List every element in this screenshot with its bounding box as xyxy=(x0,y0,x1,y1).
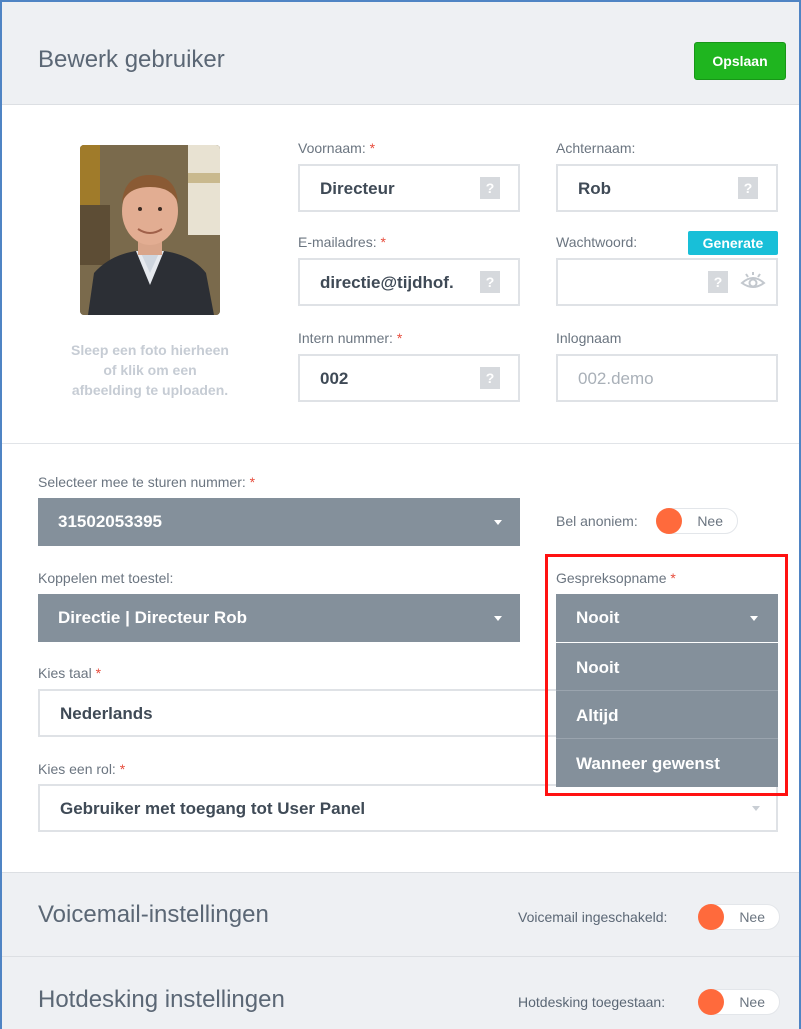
show-password-eye-icon[interactable] xyxy=(740,269,766,295)
caller-id-label: Selecteer mee te sturen nummer: * xyxy=(38,474,256,490)
firstname-field[interactable]: Directeur ? xyxy=(298,164,520,212)
photo-upload-hint: Sleep een foto hierheen of klik om een a… xyxy=(71,342,229,398)
chevron-down-icon xyxy=(494,616,502,621)
anonymous-label: Bel anoniem: xyxy=(556,513,638,529)
hotdesking-section: Hotdesking instellingen Hotdesking toege… xyxy=(2,956,799,1029)
device-select[interactable]: Directie | Directeur Rob xyxy=(38,594,520,642)
extension-field[interactable]: 002 ? xyxy=(298,354,520,402)
login-label: Inlognaam xyxy=(556,330,622,346)
login-field[interactable]: 002.demo xyxy=(556,354,778,402)
voicemail-section: Voicemail-instellingen Voicemail ingesch… xyxy=(2,872,799,956)
email-value: directie@tijdhof. xyxy=(320,273,454,292)
firstname-label: Voornaam: * xyxy=(298,140,376,156)
caller-id-value: 31502053395 xyxy=(58,512,163,531)
anonymous-toggle[interactable]: Nee xyxy=(656,508,738,534)
lastname-value: Rob xyxy=(578,179,612,198)
lastname-label: Achternaam: xyxy=(556,140,636,156)
device-value: Directie | Directeur Rob xyxy=(58,608,247,627)
hotdesking-title: Hotdesking instellingen xyxy=(38,986,285,1013)
section-divider xyxy=(2,443,799,444)
hotdesking-state: Nee xyxy=(739,994,765,1010)
login-placeholder: 002.demo xyxy=(578,369,654,388)
role-value: Gebruiker met toegang tot User Panel xyxy=(60,799,366,818)
password-label: Wachtwoord: xyxy=(556,234,638,250)
hotdesking-toggle[interactable]: Nee xyxy=(698,989,780,1015)
save-button[interactable]: Opslaan xyxy=(694,42,786,80)
extension-value: 002 xyxy=(320,369,349,388)
help-icon[interactable]: ? xyxy=(708,271,728,293)
chevron-down-icon xyxy=(494,520,502,525)
language-label: Kies taal * xyxy=(38,665,102,681)
toggle-knob xyxy=(698,989,724,1015)
help-icon[interactable]: ? xyxy=(480,367,500,389)
role-label: Kies een rol: * xyxy=(38,761,126,777)
toggle-knob xyxy=(698,904,724,930)
password-field[interactable]: ? xyxy=(556,258,778,306)
language-value: Nederlands xyxy=(60,704,153,723)
extension-label: Intern nummer: * xyxy=(298,330,403,346)
caller-id-select[interactable]: 31502053395 xyxy=(38,498,520,546)
required-marker: * xyxy=(369,140,376,156)
voicemail-state: Nee xyxy=(739,909,765,925)
highlight-box xyxy=(545,554,788,796)
page-title: Bewerk gebruiker xyxy=(38,46,225,73)
anonymous-state: Nee xyxy=(697,513,723,529)
required-marker: * xyxy=(380,234,386,250)
voicemail-label: Voicemail ingeschakeld: xyxy=(518,909,668,925)
page-header: Bewerk gebruiker Opslaan xyxy=(2,2,799,105)
help-icon[interactable]: ? xyxy=(480,177,500,199)
required-marker: * xyxy=(95,665,102,681)
user-avatar-photo[interactable] xyxy=(80,145,220,315)
voicemail-title: Voicemail-instellingen xyxy=(38,901,269,928)
chevron-down-icon xyxy=(752,806,760,811)
help-icon[interactable]: ? xyxy=(480,271,500,293)
hotdesking-label: Hotdesking toegestaan: xyxy=(518,994,666,1010)
email-field[interactable]: directie@tijdhof. ? xyxy=(298,258,520,306)
device-label: Koppelen met toestel: xyxy=(38,570,174,586)
person-photo-icon xyxy=(80,145,220,315)
voicemail-toggle[interactable]: Nee xyxy=(698,904,780,930)
help-icon[interactable]: ? xyxy=(738,177,758,199)
email-label: E-mailadres: * xyxy=(298,234,386,250)
lastname-field[interactable]: Rob ? xyxy=(556,164,778,212)
required-marker: * xyxy=(119,761,126,777)
required-marker: * xyxy=(396,330,403,346)
toggle-knob xyxy=(656,508,682,534)
generate-password-button[interactable]: Generate xyxy=(688,231,778,255)
required-marker: * xyxy=(249,474,256,490)
firstname-value: Directeur xyxy=(320,179,395,198)
